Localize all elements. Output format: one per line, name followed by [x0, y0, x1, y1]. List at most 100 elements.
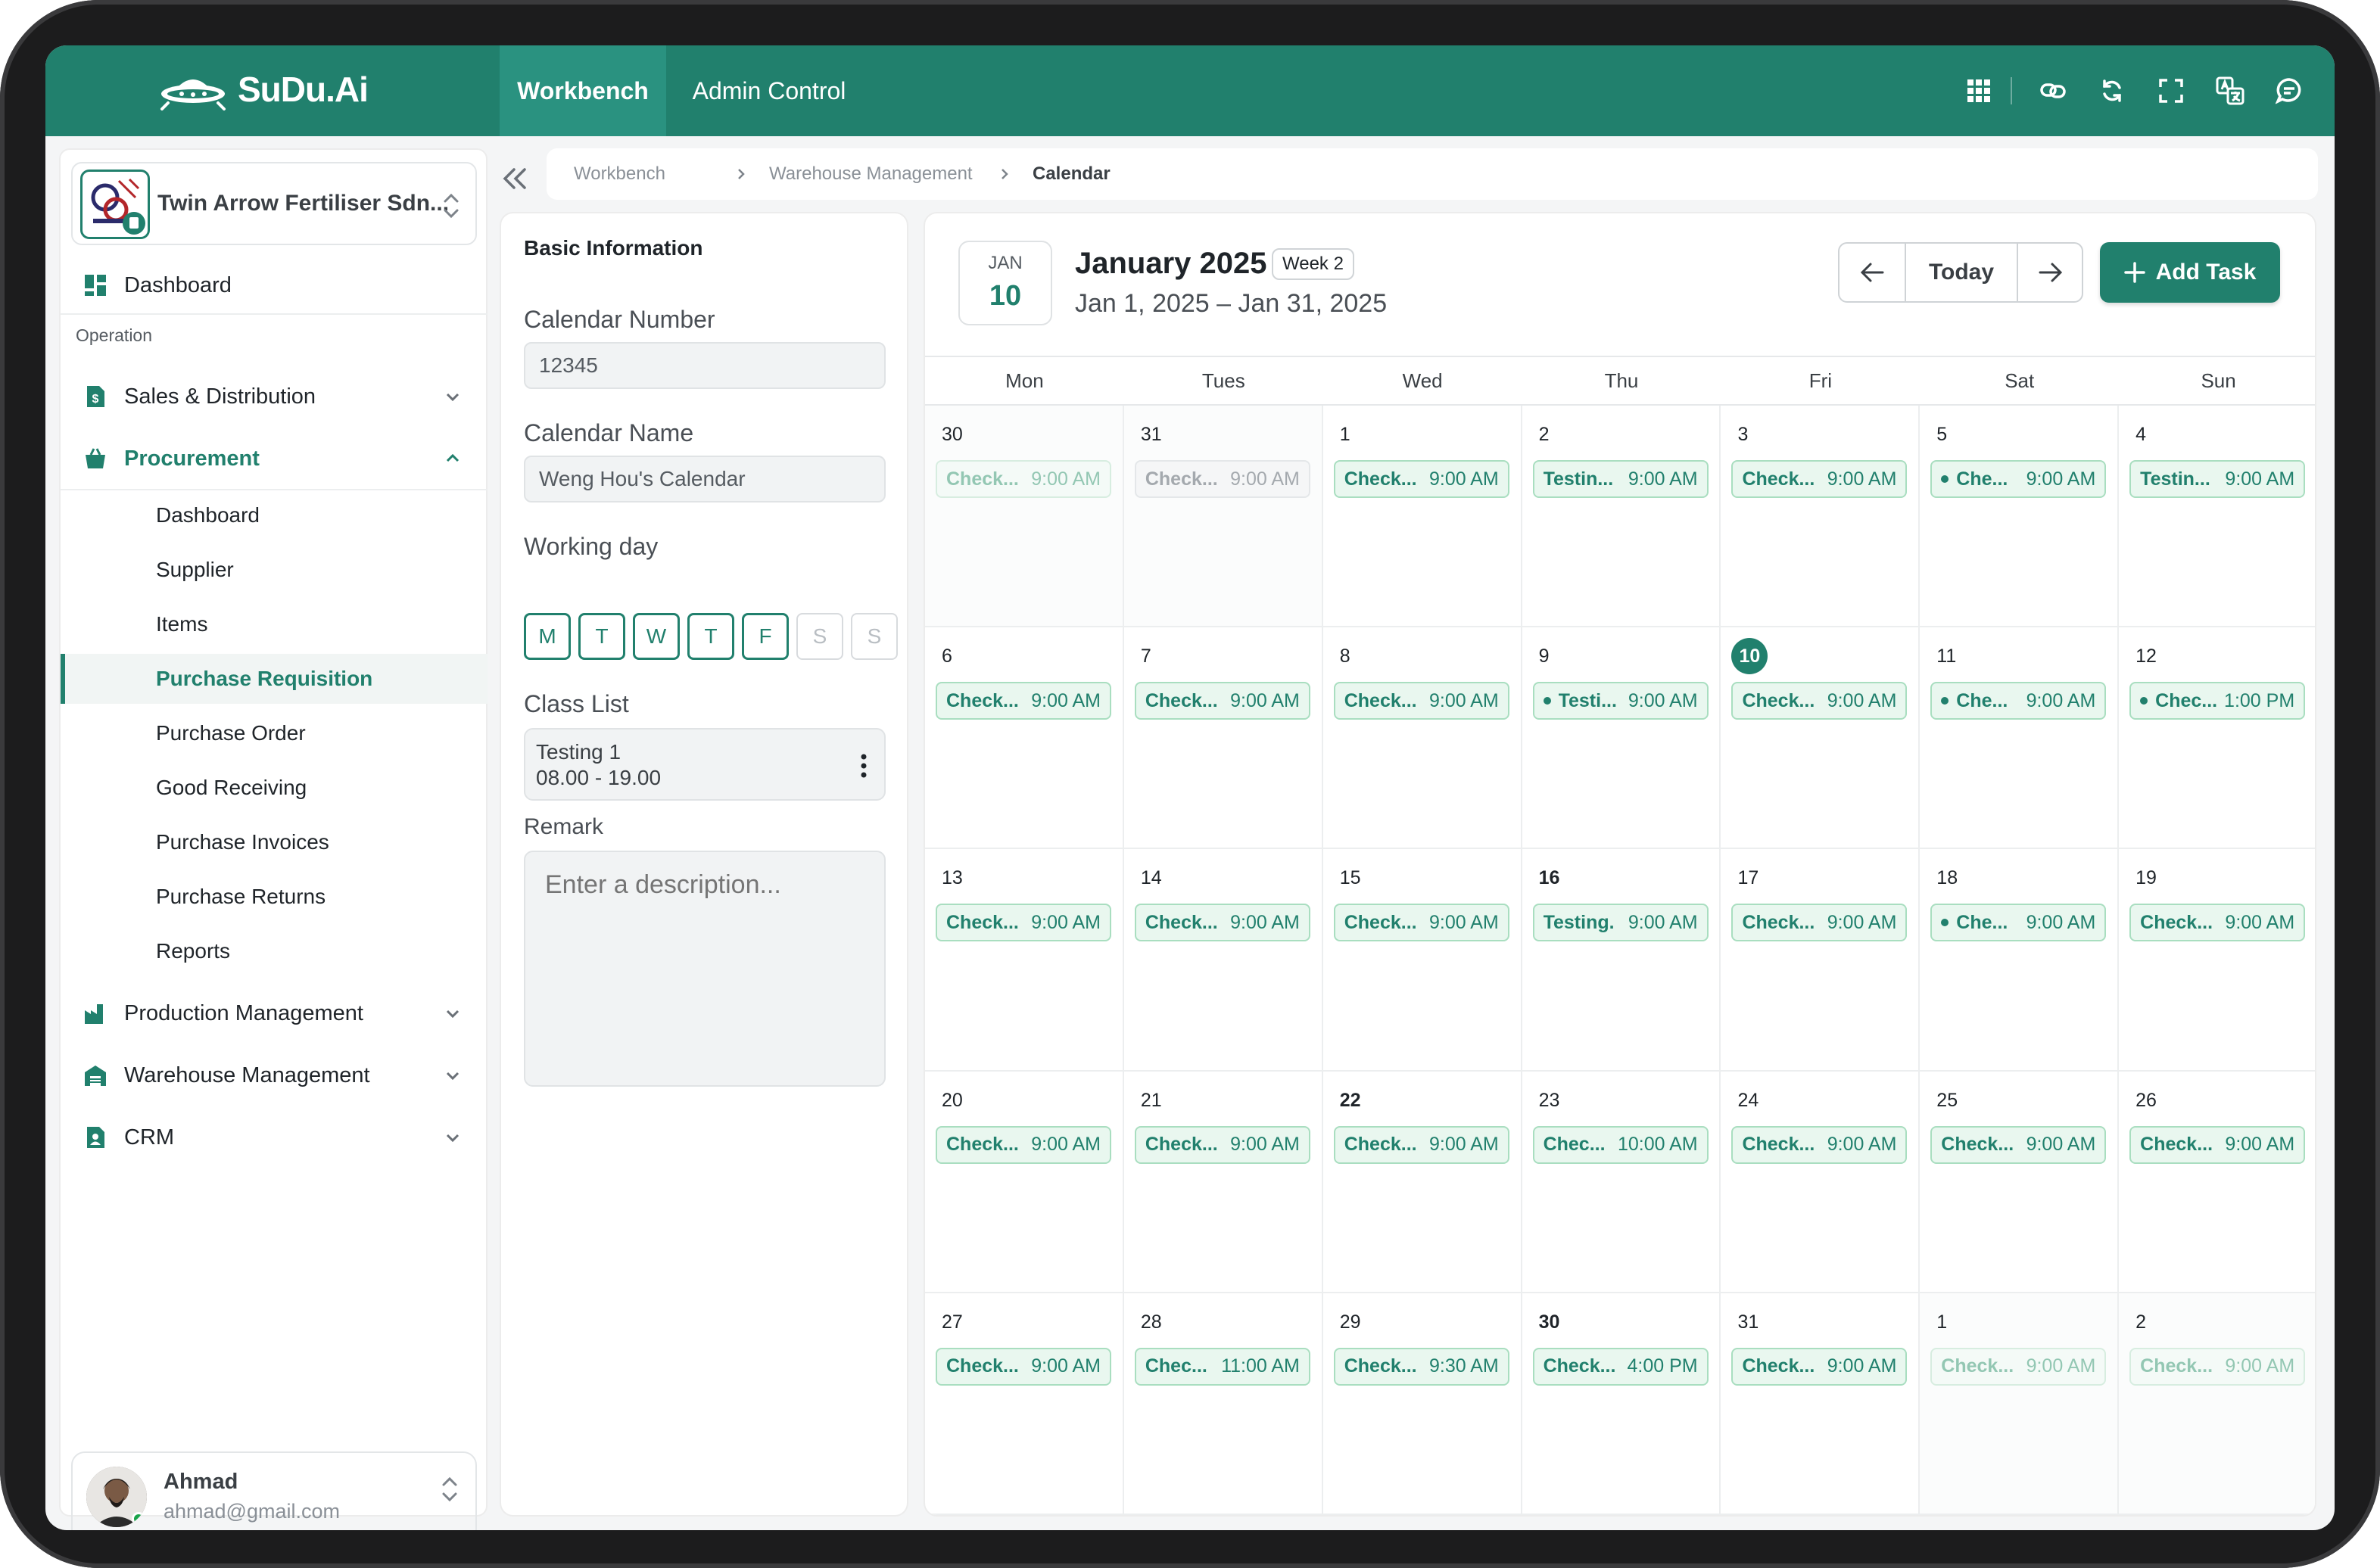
sidebar-item-dashboard[interactable]: Dashboard: [61, 257, 488, 313]
calendar-event-chip[interactable]: Chec... 11:00 AM: [1134, 1347, 1310, 1386]
calendar-day-cell[interactable]: 8 Check... 9:00 AM: [1322, 627, 1522, 850]
working-day-wed[interactable]: W: [633, 613, 680, 660]
user-profile-card[interactable]: Ahmad ahmad@gmail.com: [71, 1451, 477, 1530]
sidebar-group-crm[interactable]: CRM: [61, 1106, 488, 1168]
calendar-event-chip[interactable]: Check... 9:00 AM: [936, 1347, 1111, 1386]
calendar-event-chip[interactable]: Che... 9:00 AM: [1930, 682, 2107, 720]
calendar-day-cell[interactable]: 17 Check... 9:00 AM: [1721, 849, 1921, 1072]
calendar-day-cell[interactable]: 26 Check... 9:00 AM: [2119, 1072, 2315, 1293]
sidebar-subitem-good-receiving[interactable]: Good Receiving: [61, 763, 488, 813]
sidebar-subitem-purchase-invoices[interactable]: Purchase Invoices: [61, 817, 488, 867]
calendar-number-field[interactable]: 12345: [524, 342, 886, 389]
today-button[interactable]: Today: [1906, 244, 2017, 301]
working-day-sat[interactable]: S: [796, 613, 843, 660]
calendar-event-chip[interactable]: Testing. 9:00 AM: [1532, 904, 1709, 942]
calendar-day-cell[interactable]: 16 Testing. 9:00 AM: [1522, 849, 1721, 1072]
calendar-day-cell[interactable]: 13 Check... 9:00 AM: [925, 849, 1124, 1072]
calendar-day-cell[interactable]: 30 Check... 4:00 PM: [1522, 1293, 1721, 1515]
calendar-day-cell[interactable]: 14 Check... 9:00 AM: [1123, 849, 1323, 1072]
calendar-event-chip[interactable]: Check... 9:00 AM: [2129, 1347, 2306, 1386]
add-task-button[interactable]: Add Task: [2100, 242, 2280, 303]
calendar-event-chip[interactable]: Check... 9:00 AM: [1333, 1125, 1509, 1164]
sidebar-group-warehouse[interactable]: Warehouse Management: [61, 1044, 488, 1106]
tab-admin-control[interactable]: Admin Control: [684, 45, 854, 136]
calendar-day-cell[interactable]: 19 Check... 9:00 AM: [2119, 849, 2315, 1072]
calendar-event-chip[interactable]: Check... 9:00 AM: [1134, 904, 1310, 942]
calendar-event-chip[interactable]: Check... 9:00 AM: [2129, 904, 2306, 942]
calendar-day-cell[interactable]: 5 Che... 9:00 AM: [1920, 406, 2120, 628]
remark-textarea[interactable]: [524, 851, 886, 1087]
calendar-day-cell[interactable]: 25 Check... 9:00 AM: [1920, 1071, 2120, 1293]
calendar-day-cell[interactable]: 31 Check... 9:00 AM: [1721, 1293, 1921, 1515]
calendar-event-chip[interactable]: Check... 9:00 AM: [1134, 682, 1310, 720]
more-options-icon[interactable]: [860, 752, 868, 779]
calendar-day-cell[interactable]: 24 Check... 9:00 AM: [1721, 1071, 1921, 1293]
link-icon[interactable]: [2038, 76, 2068, 106]
calendar-day-cell[interactable]: 2 Check... 9:00 AM: [2119, 1293, 2315, 1515]
calendar-day-cell[interactable]: 29 Check... 9:30 AM: [1322, 1293, 1522, 1515]
working-day-mon[interactable]: M: [524, 613, 571, 660]
calendar-event-chip[interactable]: Check... 9:00 AM: [1333, 682, 1509, 720]
calendar-event-chip[interactable]: Check... 9:00 AM: [936, 1125, 1111, 1164]
calendar-day-cell[interactable]: 10 Check... 9:00 AM: [1721, 627, 1921, 850]
sidebar-subitem-purchase-order[interactable]: Purchase Order: [61, 708, 488, 758]
calendar-event-chip[interactable]: Check... 9:00 AM: [1731, 1125, 1908, 1164]
breadcrumb-workbench[interactable]: Workbench: [574, 163, 665, 185]
calendar-event-chip[interactable]: Check... 9:00 AM: [1333, 460, 1509, 498]
calendar-event-chip[interactable]: Check... 9:00 AM: [936, 682, 1111, 720]
working-day-fri[interactable]: F: [742, 613, 789, 660]
calendar-day-cell[interactable]: 23 Chec... 10:00 AM: [1522, 1071, 1721, 1293]
calendar-event-chip[interactable]: Chec... 10:00 AM: [1532, 1125, 1709, 1164]
calendar-event-chip[interactable]: Check... 9:00 AM: [1930, 1347, 2107, 1386]
company-switcher[interactable]: Twin Arrow Fertiliser Sdn...: [71, 162, 477, 245]
calendar-day-cell[interactable]: 31 Check... 9:00 AM: [1123, 406, 1323, 628]
calendar-event-chip[interactable]: Check... 9:00 AM: [1930, 1125, 2107, 1164]
calendar-event-chip[interactable]: Check... 9:00 AM: [1731, 682, 1908, 720]
calendar-day-cell[interactable]: 1 Check... 9:00 AM: [1920, 1293, 2120, 1515]
calendar-event-chip[interactable]: Testi... 9:00 AM: [1532, 682, 1709, 720]
sidebar-subitem-reports[interactable]: Reports: [61, 926, 488, 976]
sidebar-subitem-purchase-returns[interactable]: Purchase Returns: [61, 872, 488, 922]
previous-month-button[interactable]: [1840, 244, 1905, 301]
refresh-icon[interactable]: [2097, 76, 2127, 106]
sidebar-group-production[interactable]: Production Management: [61, 982, 488, 1044]
calendar-day-cell[interactable]: 12 Chec... 1:00 PM: [2119, 627, 2315, 850]
calendar-event-chip[interactable]: Check... 9:00 AM: [936, 904, 1111, 942]
calendar-day-cell[interactable]: 18 Che... 9:00 AM: [1920, 849, 2120, 1072]
calendar-day-cell[interactable]: 20 Check... 9:00 AM: [925, 1071, 1124, 1293]
calendar-name-field[interactable]: Weng Hou's Calendar: [524, 456, 886, 502]
calendar-day-cell[interactable]: 3 Check... 9:00 AM: [1721, 406, 1921, 628]
translate-icon[interactable]: [2215, 76, 2245, 106]
expand-collapse-icon[interactable]: [441, 191, 462, 221]
working-day-thu[interactable]: T: [687, 613, 734, 660]
calendar-event-chip[interactable]: Testin... 9:00 AM: [1532, 460, 1709, 498]
calendar-event-chip[interactable]: Check... 9:00 AM: [936, 460, 1111, 498]
class-list-item[interactable]: Testing 1 08.00 - 19.00: [524, 728, 886, 801]
calendar-day-cell[interactable]: 1 Check... 9:00 AM: [1322, 406, 1522, 628]
calendar-day-cell[interactable]: 7 Check... 9:00 AM: [1123, 627, 1323, 850]
next-month-button[interactable]: [2018, 244, 2082, 301]
sidebar-subitem-purchase-requisition[interactable]: Purchase Requisition: [61, 654, 488, 704]
calendar-day-cell[interactable]: 2 Testin... 9:00 AM: [1522, 406, 1721, 628]
calendar-event-chip[interactable]: Check... 9:00 AM: [1731, 460, 1908, 498]
sidebar-group-sales[interactable]: $ Sales & Distribution: [61, 366, 488, 427]
sidebar-subitem-supplier[interactable]: Supplier: [61, 545, 488, 595]
working-day-sun[interactable]: S: [851, 613, 898, 660]
calendar-day-cell[interactable]: 9 Testi... 9:00 AM: [1522, 627, 1721, 850]
sidebar-subitem-dashboard[interactable]: Dashboard: [61, 490, 488, 540]
calendar-day-cell[interactable]: 4 Testin... 9:00 AM: [2119, 406, 2315, 628]
collapse-sidebar-button[interactable]: [494, 157, 536, 200]
calendar-event-chip[interactable]: Check... 9:00 AM: [1134, 460, 1310, 498]
calendar-day-cell[interactable]: 15 Check... 9:00 AM: [1322, 849, 1522, 1072]
calendar-event-chip[interactable]: Check... 9:00 AM: [1134, 1125, 1310, 1164]
calendar-event-chip[interactable]: Testin... 9:00 AM: [2129, 460, 2306, 498]
fullscreen-icon[interactable]: [2156, 76, 2186, 106]
chat-icon[interactable]: [2274, 76, 2304, 106]
calendar-event-chip[interactable]: Check... 9:00 AM: [1731, 1347, 1908, 1386]
calendar-day-cell[interactable]: 21 Check... 9:00 AM: [1123, 1071, 1323, 1293]
calendar-day-cell[interactable]: 28 Chec... 11:00 AM: [1123, 1293, 1323, 1515]
calendar-event-chip[interactable]: Chec... 1:00 PM: [2129, 682, 2306, 720]
calendar-day-cell[interactable]: 22 Check... 9:00 AM: [1322, 1071, 1522, 1293]
calendar-day-cell[interactable]: 11 Che... 9:00 AM: [1920, 627, 2120, 850]
calendar-day-cell[interactable]: 27 Check... 9:00 AM: [925, 1293, 1124, 1515]
